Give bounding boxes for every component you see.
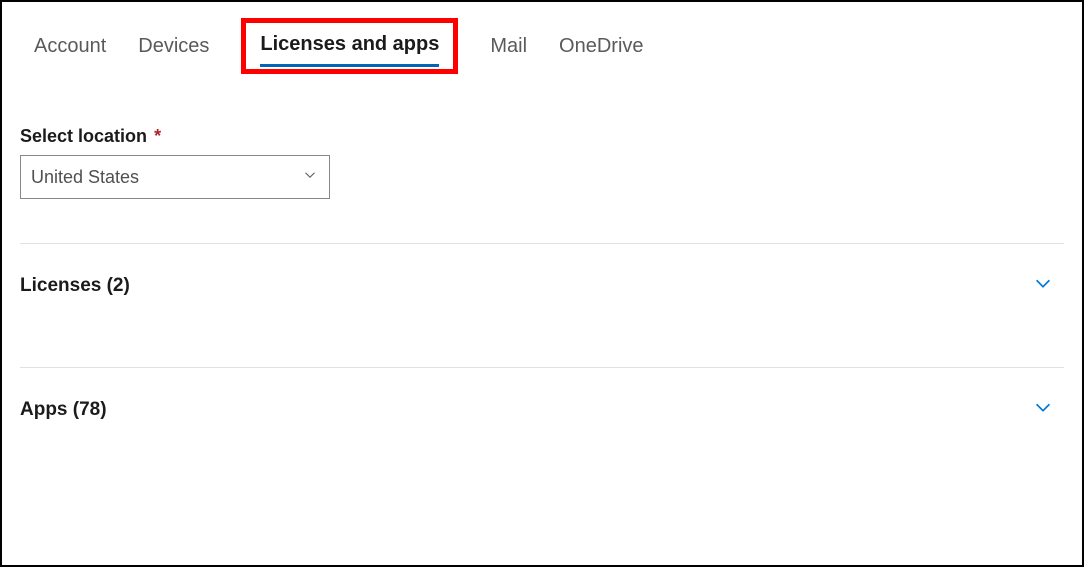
chevron-down-icon — [1032, 272, 1054, 299]
tab-devices[interactable]: Devices — [138, 33, 209, 68]
tab-account[interactable]: Account — [34, 33, 106, 68]
tab-mail[interactable]: Mail — [490, 33, 527, 68]
panel-container: Account Devices Licenses and apps Mail O… — [0, 0, 1084, 567]
tab-active-underline — [260, 64, 439, 67]
tab-licenses-apps[interactable]: Licenses and apps — [260, 31, 439, 62]
chevron-down-icon — [301, 166, 319, 189]
location-selected-value: United States — [31, 167, 139, 188]
location-select[interactable]: United States — [20, 155, 330, 199]
tab-licenses-apps-highlight: Licenses and apps — [241, 18, 458, 74]
required-asterisk: * — [154, 126, 161, 146]
location-label: Select location * — [20, 126, 1064, 147]
apps-title: Apps (78) — [20, 399, 107, 421]
licenses-section[interactable]: Licenses (2) — [20, 244, 1064, 327]
tab-onedrive[interactable]: OneDrive — [559, 33, 643, 68]
location-label-text: Select location — [20, 126, 147, 146]
tab-bar: Account Devices Licenses and apps Mail O… — [2, 2, 1082, 86]
content-area: Select location * United States Licenses… — [2, 86, 1082, 451]
licenses-title: Licenses (2) — [20, 275, 130, 297]
chevron-down-icon — [1032, 396, 1054, 423]
apps-section[interactable]: Apps (78) — [20, 368, 1064, 451]
